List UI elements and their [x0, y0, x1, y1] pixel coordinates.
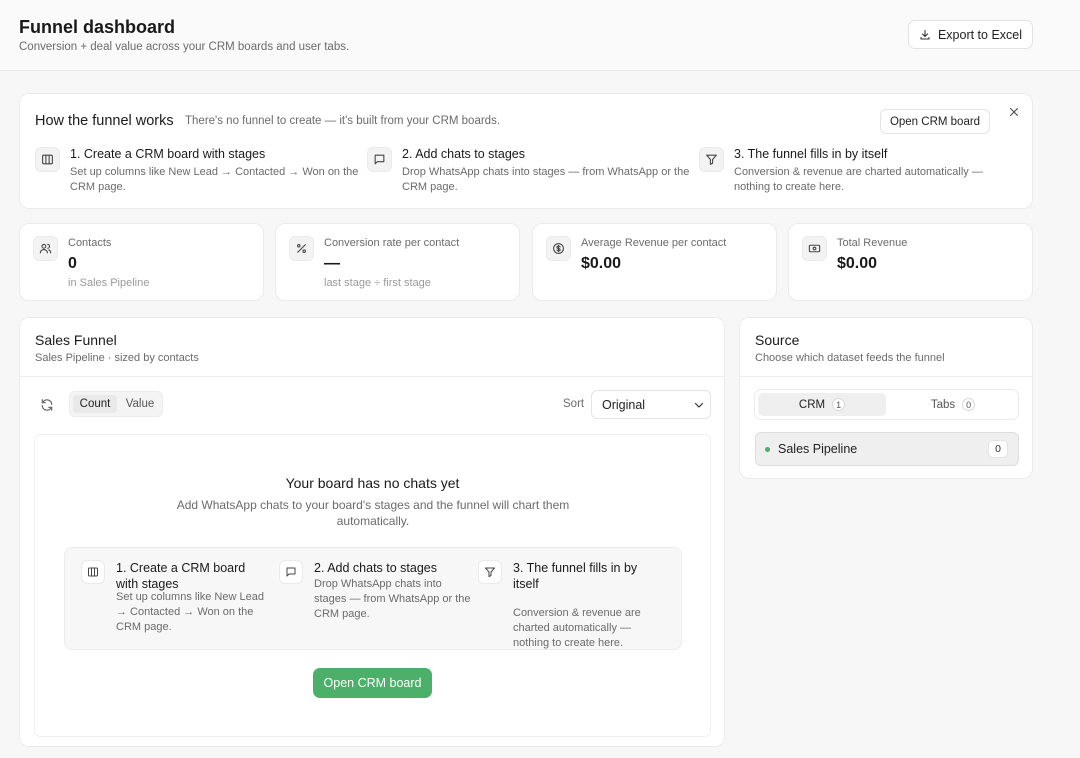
- how-step-2-body: Drop WhatsApp chats into stages — from W…: [402, 166, 690, 193]
- stat-label: Average Revenue per contact: [581, 237, 727, 249]
- count-value-toggle: Count Value: [69, 391, 163, 417]
- how-step-3-title: 3. The funnel fills in by itself: [734, 147, 888, 161]
- funnel-icon: [699, 147, 724, 172]
- empty-step-3-title: 3. The funnel fills in by itself: [513, 561, 638, 591]
- source-item-label: Sales Pipeline: [778, 442, 858, 456]
- sort-select[interactable]: Original: [591, 390, 711, 419]
- board-columns-icon: [35, 147, 60, 172]
- how-step-2: 2. Add chats to stages Drop WhatsApp cha…: [367, 147, 692, 197]
- stat-card-contacts: Contacts 0 in Sales Pipeline: [19, 223, 264, 301]
- funnel-icon: [478, 560, 502, 584]
- stat-sub: in Sales Pipeline: [68, 277, 150, 289]
- empty-state-title: Your board has no chats yet: [285, 475, 460, 491]
- stat-value: 0: [68, 255, 77, 272]
- source-item-sales-pipeline[interactable]: Sales Pipeline 0: [755, 432, 1019, 466]
- empty-state-steps: 1. Create a CRM board with stages Set up…: [64, 547, 682, 650]
- stat-card-average-revenue: Average Revenue per contact $0.00: [532, 223, 777, 301]
- how-funnel-works-title: How the funnel works: [35, 113, 174, 129]
- chat-bubble-icon: [279, 560, 303, 584]
- banknote-icon: [802, 236, 827, 261]
- users-icon: [33, 236, 58, 261]
- source-subtitle: Choose which dataset feeds the funnel: [755, 352, 945, 364]
- percent-icon: [289, 236, 314, 261]
- page-title: Funnel dashboard: [19, 17, 176, 37]
- open-crm-board-cta-button[interactable]: Open CRM board: [313, 668, 432, 698]
- divider: [20, 376, 724, 377]
- empty-step-2-body: Drop WhatsApp chats into stages — from W…: [314, 578, 471, 620]
- sales-funnel-title: Sales Funnel: [35, 332, 117, 348]
- tab-tabs[interactable]: Tabs 0: [889, 393, 1017, 416]
- stat-label: Contacts: [68, 237, 112, 249]
- export-button-label: Export to Excel: [937, 27, 1023, 42]
- empty-step-1-title: 1. Create a CRM board with stages: [116, 561, 246, 591]
- source-title: Source: [755, 332, 800, 348]
- page-subtitle: Conversion + deal value across your CRM …: [19, 41, 350, 53]
- sort-selected-value: Original: [602, 398, 646, 412]
- tab-tabs-label: Tabs: [930, 398, 956, 411]
- how-step-2-title: 2. Add chats to stages: [402, 147, 525, 161]
- tab-crm-label: CRM: [798, 398, 826, 411]
- chevron-down-icon: [693, 399, 705, 411]
- empty-step-3-body: Conversion & revenue are charted automat…: [513, 607, 641, 649]
- refresh-icon[interactable]: [40, 398, 54, 412]
- stat-label: Conversion rate per contact: [324, 237, 460, 249]
- how-step-3: 3. The funnel fills in by itself Convers…: [699, 147, 1019, 197]
- tab-tabs-count: 0: [962, 398, 976, 411]
- page-header: Funnel dashboard Conversion + deal value…: [0, 0, 1080, 71]
- stat-value: —: [324, 255, 340, 272]
- stat-value: $0.00: [581, 255, 622, 272]
- tab-crm-count: 1: [832, 398, 846, 411]
- dollar-circle-icon: [546, 236, 571, 261]
- stat-card-total-revenue: Total Revenue $0.00: [788, 223, 1033, 301]
- status-dot: [765, 447, 770, 452]
- sales-funnel-subtitle: Sales Pipeline · sized by contacts: [35, 352, 199, 364]
- how-funnel-works-description: There's no funnel to create — it's built…: [185, 115, 501, 127]
- empty-step-1-body: Set up columns like New Lead → Contacted…: [116, 591, 264, 633]
- board-columns-icon: [81, 560, 105, 584]
- how-step-1: 1. Create a CRM board with stages Set up…: [35, 147, 358, 197]
- how-step-1-title: 1. Create a CRM board with stages: [70, 147, 266, 161]
- chat-bubble-icon: [367, 147, 392, 172]
- tab-crm[interactable]: CRM 1: [758, 393, 886, 416]
- how-funnel-works-panel: How the funnel works There's no funnel t…: [19, 93, 1033, 209]
- how-step-3-body: Conversion & revenue are charted automat…: [734, 166, 983, 193]
- download-icon: [919, 29, 931, 41]
- sort-label: Sort: [563, 398, 585, 410]
- count-toggle-button[interactable]: Count: [73, 395, 117, 413]
- close-icon[interactable]: [1007, 105, 1021, 119]
- stat-value: $0.00: [837, 255, 878, 272]
- source-panel: Source Choose which dataset feeds the fu…: [739, 317, 1033, 479]
- open-crm-board-button[interactable]: Open CRM board: [880, 109, 990, 134]
- export-to-excel-button[interactable]: Export to Excel: [908, 20, 1033, 49]
- sales-funnel-panel: Sales Funnel Sales Pipeline · sized by c…: [19, 317, 725, 747]
- stat-label: Total Revenue: [837, 237, 908, 249]
- value-toggle-button[interactable]: Value: [120, 395, 160, 413]
- stat-sub: last stage ÷ first stage: [324, 277, 431, 289]
- divider: [740, 376, 1032, 377]
- stat-card-conversion-rate: Conversion rate per contact — last stage…: [275, 223, 520, 301]
- empty-state-description: Add WhatsApp chats to your board's stage…: [176, 498, 570, 528]
- empty-step-2-title: 2. Add chats to stages: [314, 561, 437, 575]
- source-item-count: 0: [988, 440, 1008, 458]
- empty-state: Your board has no chats yet Add WhatsApp…: [34, 434, 711, 737]
- how-step-1-body: Set up columns like New Lead → Contacted…: [70, 166, 359, 193]
- source-tabs: CRM 1 Tabs 0: [754, 389, 1019, 420]
